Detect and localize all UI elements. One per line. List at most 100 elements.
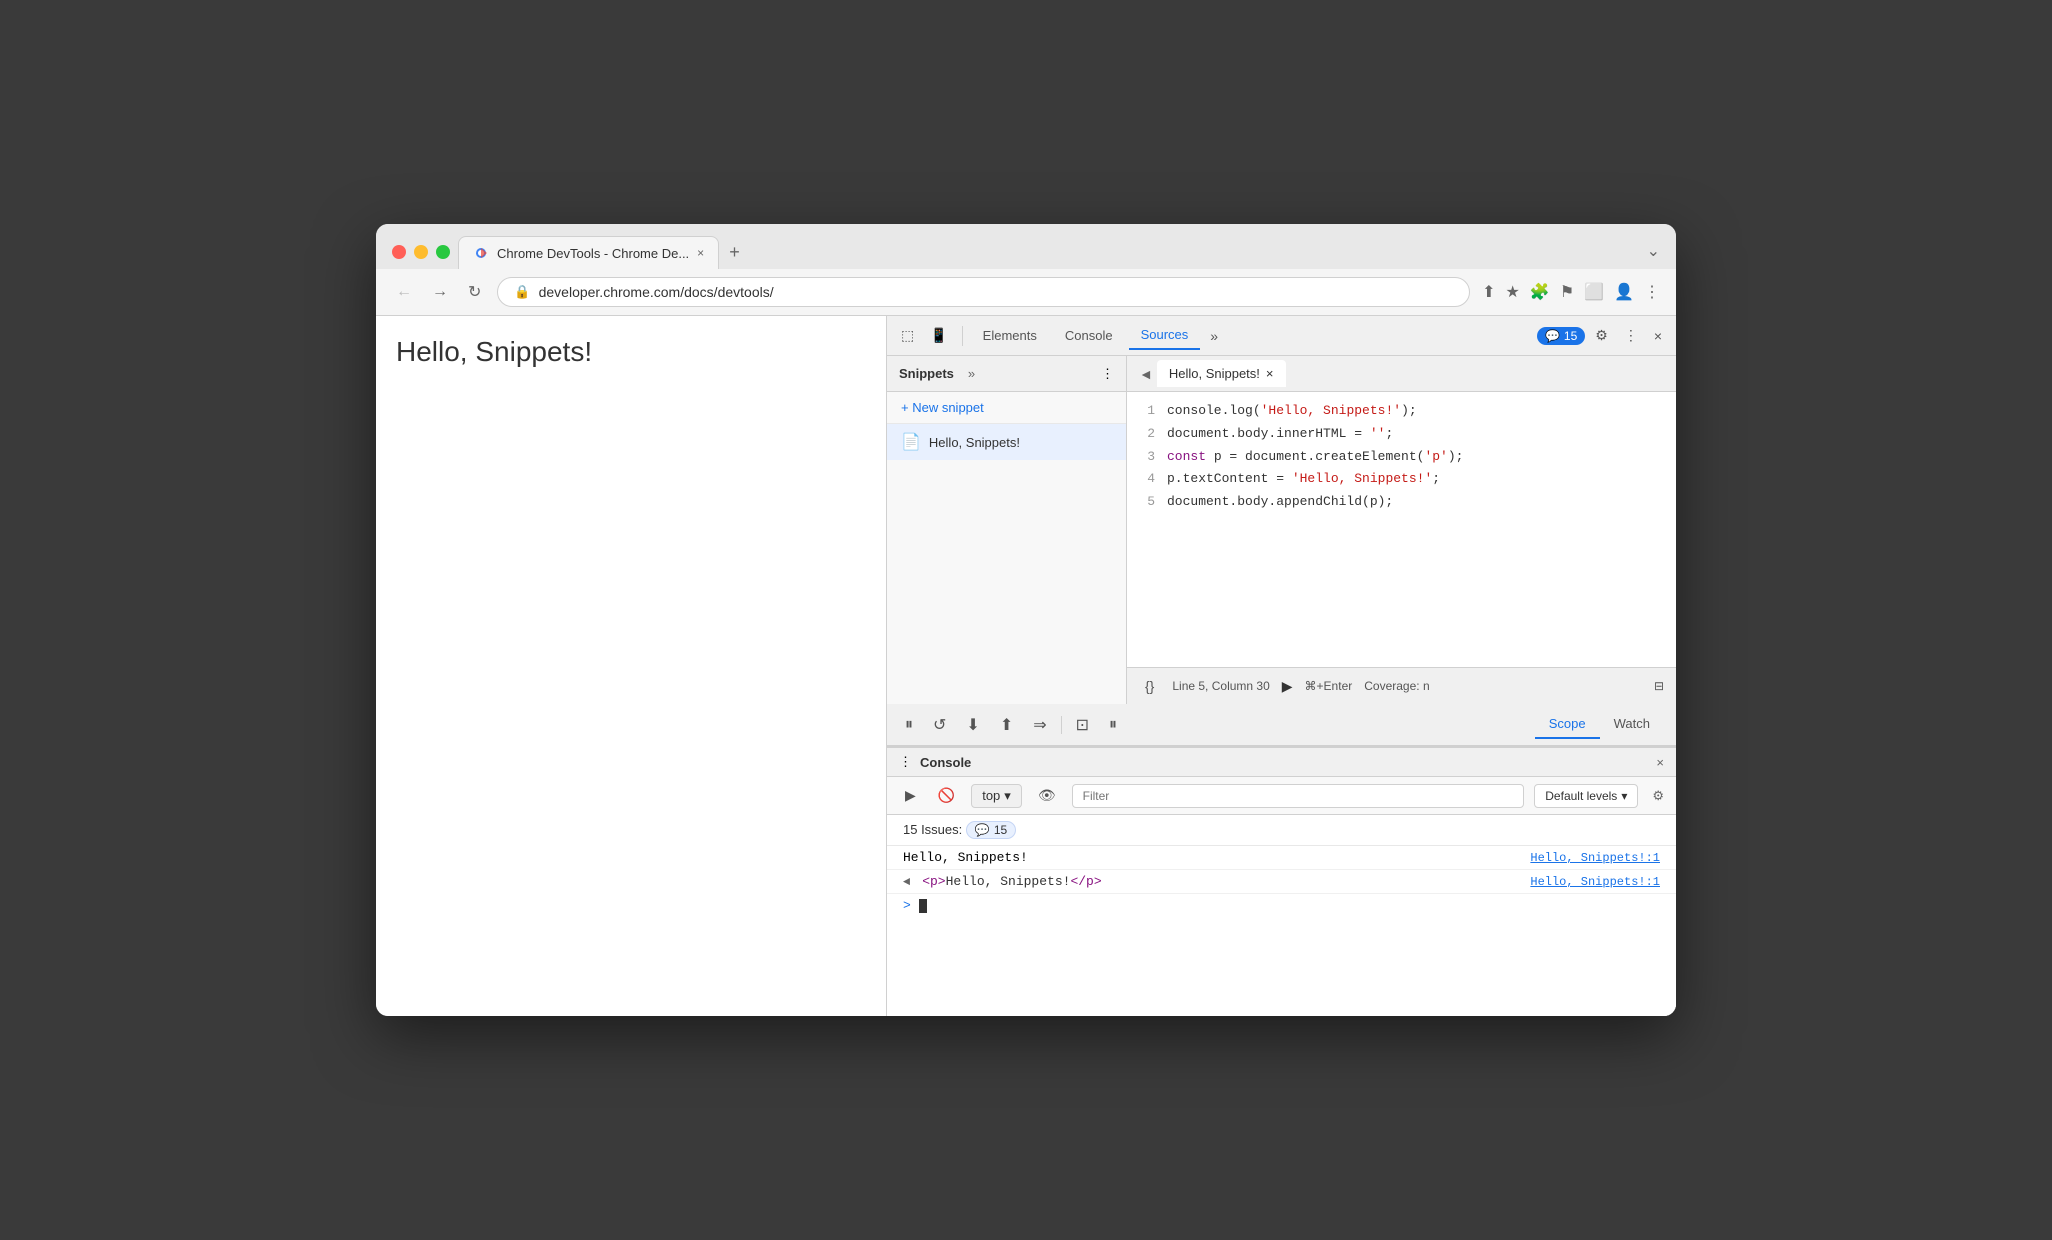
console-input-line[interactable]: > <box>887 894 1676 917</box>
console-cursor[interactable] <box>919 898 927 913</box>
console-eye-icon[interactable]: 👁 <box>1032 783 1062 808</box>
more-tabs-icon[interactable]: » <box>1204 322 1224 350</box>
tab-scope[interactable]: Scope <box>1535 710 1600 739</box>
flag-icon[interactable]: ⚑ <box>1560 282 1574 302</box>
console-prompt: > <box>903 898 911 913</box>
console-execute-icon[interactable]: ▶ <box>899 783 922 808</box>
bookmark-icon[interactable]: ★ <box>1506 282 1520 302</box>
levels-label: Default levels <box>1545 789 1617 803</box>
log-text: Hello, Snippets! <box>903 850 1028 865</box>
console-more-icon[interactable]: ⋮ <box>899 754 912 770</box>
profile-icon[interactable]: 👤 <box>1614 282 1634 302</box>
tab-bar: Chrome DevTools - Chrome De... × + ⌄ <box>458 236 1660 269</box>
context-label: top <box>982 788 1000 803</box>
log-source[interactable]: Hello, Snippets!:1 <box>1530 851 1660 865</box>
line-number: 1 <box>1139 401 1155 422</box>
node-source[interactable]: Hello, Snippets!:1 <box>1530 875 1660 889</box>
step-out-button[interactable]: ⬆ <box>994 711 1019 739</box>
console-context-selector[interactable]: top ▾ <box>971 784 1022 808</box>
issues-count-badge[interactable]: 💬 15 <box>966 821 1016 839</box>
code-text: const p = document.createElement('p'); <box>1167 447 1463 468</box>
code-tab-close-icon[interactable]: × <box>1266 366 1274 381</box>
line-number: 5 <box>1139 492 1155 513</box>
new-tab-button[interactable]: + <box>719 236 750 269</box>
code-line-5: 5 document.body.appendChild(p); <box>1127 491 1676 514</box>
devtools-topbar: ⬚ 📱 Elements Console Sources » 💬 15 ⚙ ⋮ … <box>887 316 1676 356</box>
reload-button[interactable]: ↻ <box>464 278 485 306</box>
snippets-menu-icon[interactable]: ⋮ <box>1101 366 1114 382</box>
console-filter-input[interactable] <box>1072 784 1525 808</box>
close-button[interactable] <box>392 245 406 259</box>
console-output: Hello, Snippets! Hello, Snippets!:1 ◄ <p… <box>887 846 1676 1016</box>
code-text: console.log('Hello, Snippets!'); <box>1167 401 1417 422</box>
console-close-icon[interactable]: × <box>1656 755 1664 770</box>
format-icon[interactable]: {} <box>1139 672 1160 700</box>
devtools-close-icon[interactable]: × <box>1648 322 1668 350</box>
coverage-text: Coverage: n <box>1364 679 1429 693</box>
snippet-name: Hello, Snippets! <box>929 435 1020 450</box>
page-content: Hello, Snippets! <box>376 316 886 1016</box>
snippets-more-icon[interactable]: » <box>962 364 981 383</box>
tab-sources[interactable]: Sources <box>1129 321 1201 350</box>
expand-icon[interactable]: ⊟ <box>1654 679 1664 693</box>
code-tab-title: Hello, Snippets! <box>1169 366 1260 381</box>
console-title: Console <box>920 755 971 770</box>
step-into-button[interactable]: ⬇ <box>960 711 985 739</box>
console-block-icon[interactable]: 🚫 <box>932 783 961 808</box>
new-snippet-label: + New snippet <box>901 400 984 415</box>
issues-badge-icon: 💬 <box>975 823 990 837</box>
levels-dropdown-icon: ▾ <box>1621 789 1627 803</box>
tab-chevron[interactable]: ⌄ <box>1647 241 1660 269</box>
inspect-element-icon[interactable]: ⬚ <box>895 321 920 350</box>
snippets-panel: Snippets » ⋮ + New snippet 📄 Hello, Snip… <box>887 356 1127 704</box>
console-log-line: Hello, Snippets! Hello, Snippets!:1 <box>887 846 1676 870</box>
minimize-button[interactable] <box>414 245 428 259</box>
maximize-button[interactable] <box>436 245 450 259</box>
device-toolbar-icon[interactable]: 📱 <box>924 321 953 350</box>
back-btn-icon[interactable]: ◄ <box>1135 362 1157 386</box>
share-icon[interactable]: ⬆ <box>1482 282 1495 302</box>
step-next-button[interactable]: ⇒ <box>1027 711 1052 739</box>
new-snippet-button[interactable]: + New snippet <box>887 392 1126 424</box>
browser-content: Hello, Snippets! ⬚ 📱 Elements Console So… <box>376 316 1676 1016</box>
devtools-more-icon[interactable]: ⋮ <box>1618 321 1644 350</box>
browser-tab[interactable]: Chrome DevTools - Chrome De... × <box>458 236 719 269</box>
page-text: Hello, Snippets! <box>396 336 592 367</box>
back-button[interactable]: ← <box>392 279 416 305</box>
devtools-settings-icon[interactable]: ⚙ <box>1589 321 1614 350</box>
code-line-1: 1 console.log('Hello, Snippets!'); <box>1127 400 1676 423</box>
issues-badge[interactable]: 💬 15 <box>1537 327 1585 345</box>
window-icon[interactable]: ⬜ <box>1584 282 1604 302</box>
issues-badge-count: 15 <box>994 823 1007 837</box>
title-bar: Chrome DevTools - Chrome De... × + ⌄ <box>376 224 1676 269</box>
breakpoints-icon[interactable]: ⊡ <box>1070 711 1095 739</box>
issues-label: 15 Issues: <box>903 822 962 837</box>
pause-button[interactable]: ⏸ <box>899 712 919 738</box>
cursor-position: Line 5, Column 30 <box>1172 679 1269 693</box>
snippet-item[interactable]: 📄 Hello, Snippets! <box>887 424 1126 460</box>
node-arrow: ◄ <box>903 875 910 889</box>
console-gear-icon[interactable]: ⚙ <box>1652 788 1664 804</box>
run-shortcut: ⌘+Enter <box>1305 679 1353 693</box>
code-content: 1 console.log('Hello, Snippets!'); 2 doc… <box>1127 392 1676 667</box>
tab-watch[interactable]: Watch <box>1600 710 1664 739</box>
tab-elements[interactable]: Elements <box>971 322 1049 349</box>
code-text: document.body.appendChild(p); <box>1167 492 1393 513</box>
console-levels-dropdown[interactable]: Default levels ▾ <box>1534 784 1638 808</box>
forward-button[interactable]: → <box>428 279 452 305</box>
code-tab-active[interactable]: Hello, Snippets! × <box>1157 360 1286 387</box>
code-panel: ◄ Hello, Snippets! × 1 console.log('Hell… <box>1127 356 1676 704</box>
run-icon[interactable]: ▶ <box>1282 678 1293 695</box>
node-text: <p>Hello, Snippets!</p> <box>922 874 1101 889</box>
step-over-button[interactable]: ↺ <box>927 711 952 739</box>
url-bar[interactable]: 🔒 developer.chrome.com/docs/devtools/ <box>497 277 1470 307</box>
menu-icon[interactable]: ⋮ <box>1644 282 1660 302</box>
pause2-icon[interactable]: ⏸ <box>1103 712 1123 738</box>
console-header: ⋮ Console × <box>887 748 1676 777</box>
url-text: developer.chrome.com/docs/devtools/ <box>539 284 774 300</box>
line-number: 2 <box>1139 424 1155 445</box>
address-actions: ⬆ ★ 🧩 ⚑ ⬜ 👤 ⋮ <box>1482 282 1660 302</box>
tab-console[interactable]: Console <box>1053 322 1125 349</box>
tab-close-icon[interactable]: × <box>697 246 704 260</box>
extensions-icon[interactable]: 🧩 <box>1530 282 1550 302</box>
